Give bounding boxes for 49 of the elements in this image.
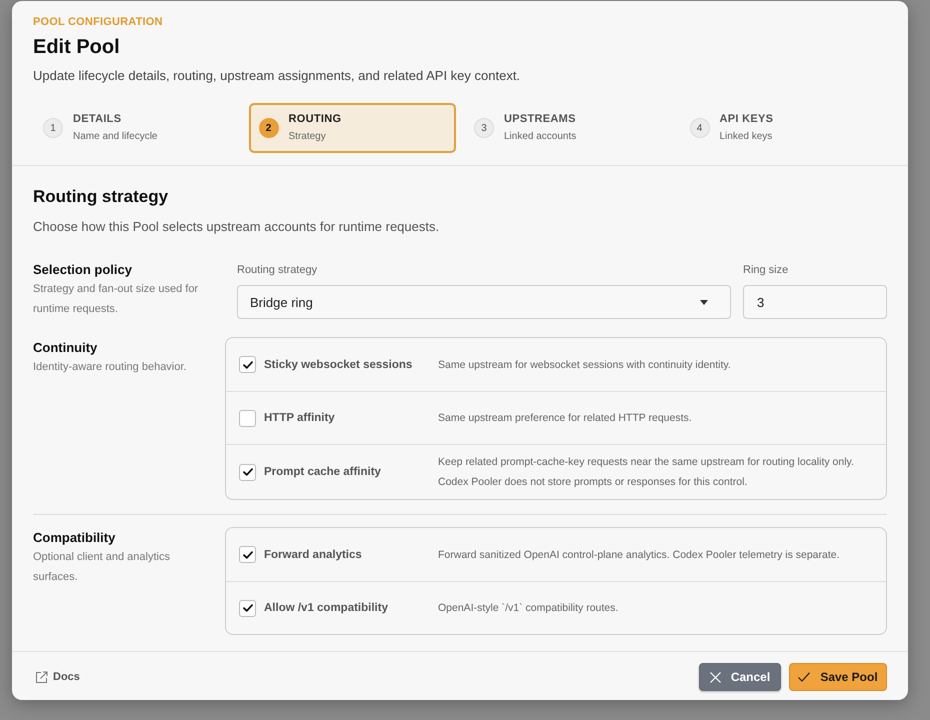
group-description: Strategy and fan-out size used for runtime requests.	[33, 282, 200, 317]
group-description: Optional client and analytics surfaces.	[33, 550, 171, 585]
checkbox[interactable]	[239, 546, 256, 563]
ring-size-field[interactable]: 3	[743, 285, 887, 319]
step-number: 2	[258, 118, 278, 138]
option-label: Prompt cache affinity	[264, 466, 381, 478]
option-description: Forward sanitized OpenAI control-plane analytics. Codex Pooler telemetry is separate.	[438, 548, 840, 560]
section-title: Routing strategy	[33, 186, 168, 208]
group-title: Selection policy	[33, 263, 132, 277]
option-label: Sticky websocket sessions	[264, 358, 412, 370]
step-number: 3	[474, 118, 494, 138]
check-icon	[242, 468, 252, 476]
checkbox[interactable]	[239, 356, 256, 373]
option-description: Keep related prompt-cache-key requests near the same upstream for routing locality only. Codex Pooler does not store prompts or responses for this control.	[438, 456, 854, 488]
dialog-title: Edit Pool	[33, 35, 120, 59]
docs-link[interactable]: Docs	[35, 670, 80, 684]
checkbox[interactable]	[239, 410, 256, 426]
group-title: Compatibility	[33, 531, 116, 545]
check-icon	[242, 550, 252, 558]
step-tab[interactable]: 2 ROUTING Strategy	[248, 103, 456, 153]
step-tab[interactable]: 1 DETAILS Name and lifecycle	[33, 103, 240, 153]
option-description: Same upstream for websocket sessions with continuity identity.	[438, 358, 731, 370]
check-icon	[242, 360, 252, 368]
check-icon	[798, 672, 810, 682]
checkbox[interactable]	[239, 464, 256, 480]
option-description: Same upstream preference for related HTTP requests.	[438, 412, 692, 424]
option-description: OpenAI-style `/v1` compatibility routes.	[438, 602, 618, 614]
group-title: Continuity	[33, 341, 98, 355]
field-label: Ring size	[743, 263, 788, 277]
close-icon	[710, 672, 721, 682]
check-icon	[242, 604, 252, 612]
step-number: 4	[690, 118, 710, 138]
option-label: HTTP affinity	[264, 412, 335, 424]
step-number: 1	[43, 118, 63, 138]
cancel-button[interactable]: Cancel	[699, 663, 781, 691]
step-tab[interactable]: 3 UPSTREAMS Linked accounts	[464, 103, 672, 153]
dialog-subtitle: Update lifecycle details, routing, upstream assignments, and related API key context.	[33, 67, 520, 85]
step-tab[interactable]: 4 API KEYS Linked keys	[680, 103, 887, 153]
group-description: Identity-aware routing behavior.	[33, 360, 186, 375]
field-label: Routing strategy	[237, 263, 318, 277]
option-label: Forward analytics	[264, 548, 362, 560]
caret-icon	[700, 300, 708, 304]
option-label: Allow /v1 compatibility	[264, 602, 388, 614]
save-button[interactable]: Save Pool	[789, 663, 887, 691]
strategy-select[interactable]: Bridge ring	[237, 285, 731, 319]
eyebrow-label: POOL CONFIGURATION	[33, 15, 163, 29]
external-link-icon	[35, 670, 48, 684]
checkbox[interactable]	[239, 600, 256, 616]
section-description: Choose how this Pool selects upstream accounts for runtime requests.	[33, 218, 440, 236]
